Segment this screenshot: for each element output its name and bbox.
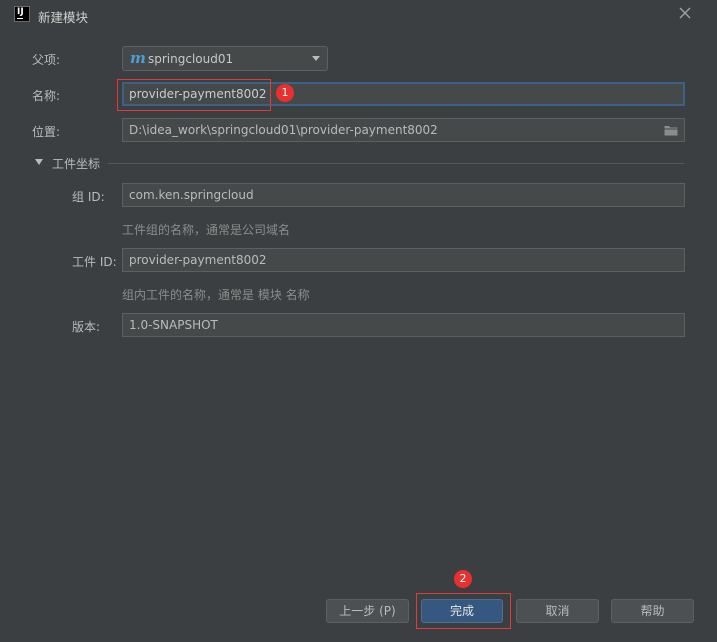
chevron-down-icon <box>312 56 320 61</box>
annotation-box-1 <box>117 79 271 111</box>
close-icon[interactable] <box>677 5 693 21</box>
window-title: 新建模块 <box>38 10 89 25</box>
location-value: D:\idea_work\springcloud01\provider-paym… <box>129 123 438 137</box>
group-id-input[interactable]: com.ken.springcloud <box>122 183 685 207</box>
cancel-button[interactable]: 取消 <box>516 599 599 623</box>
version-input[interactable]: 1.0-SNAPSHOT <box>122 313 685 337</box>
intellij-icon: IJ <box>14 6 30 22</box>
name-label: 名称: <box>32 89 61 103</box>
help-button[interactable]: 帮助 <box>611 599 694 623</box>
location-input[interactable]: D:\idea_work\springcloud01\provider-paym… <box>122 118 685 142</box>
artifact-coordinates-header[interactable]: 工件坐标 <box>52 155 100 172</box>
annotation-box-2 <box>416 593 511 629</box>
group-id-hint: 工件组的名称，通常是公司域名 <box>122 223 291 237</box>
version-label: 版本: <box>72 320 101 334</box>
annotation-badge-1: 1 <box>276 84 294 102</box>
annotation-badge-2: 2 <box>454 570 472 588</box>
title-bar: IJ 新建模块 <box>0 0 717 30</box>
maven-module-icon: m <box>130 49 146 67</box>
artifact-id-input[interactable]: provider-payment8002 <box>122 248 685 272</box>
artifact-id-label: 工件 ID: <box>72 255 117 269</box>
section-divider <box>108 163 684 164</box>
parent-label: 父项: <box>32 53 61 67</box>
group-id-label: 组 ID: <box>72 190 105 204</box>
folder-icon[interactable] <box>664 124 678 136</box>
previous-button[interactable]: 上一步 (P) <box>326 599 409 623</box>
location-label: 位置: <box>32 125 61 139</box>
section-collapse-icon[interactable] <box>35 159 43 165</box>
parent-select-value: springcloud01 <box>148 52 234 66</box>
artifact-id-hint: 组内工件的名称，通常是 模块 名称 <box>122 288 310 302</box>
parent-select[interactable]: m springcloud01 <box>122 46 328 71</box>
